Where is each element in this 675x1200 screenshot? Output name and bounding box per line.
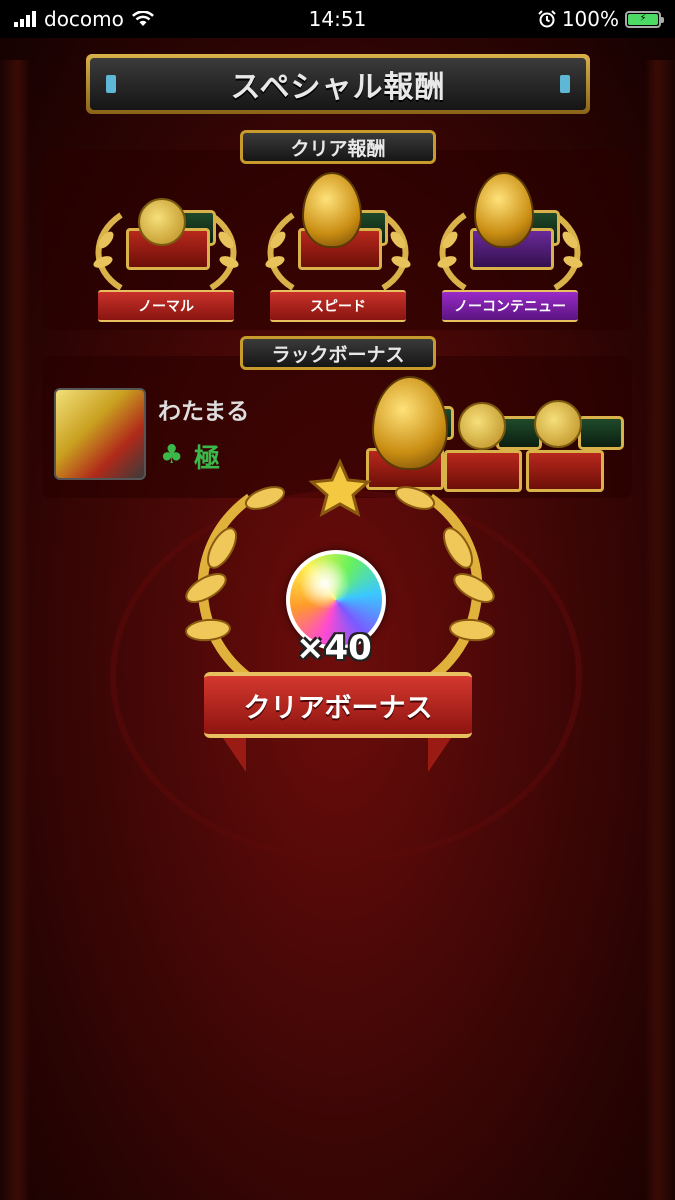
status-bar: docomo 14:51 100% ⚡ [0, 0, 675, 38]
treasure-chest-icon [526, 450, 604, 492]
alarm-icon [538, 10, 556, 28]
character-portrait [54, 388, 146, 480]
banner-stud-right [560, 75, 570, 93]
gold-coin-icon [458, 402, 506, 450]
frame-right [645, 60, 675, 1200]
chest-lid-icon [578, 416, 624, 450]
luck-bonus-label: ラックボーナス [240, 336, 436, 370]
clear-bonus-ribbon: クリアボーナス [204, 672, 472, 738]
clear-rewards-label: クリア報酬 [240, 130, 436, 164]
battery-percent: 100% [561, 7, 619, 31]
golden-egg-icon [302, 172, 362, 248]
title-banner: スペシャル報酬 [86, 54, 590, 114]
character-name: わたまる [158, 399, 250, 425]
reward-label-no-continue: ノーコンテニュー [442, 290, 578, 322]
page-title: スペシャル報酬 [230, 70, 446, 105]
gold-coin-icon [534, 400, 582, 448]
reward-no-continue: ノーコンテニュー [430, 172, 590, 322]
frame-left [0, 60, 30, 1200]
reward-speed: スピード [258, 172, 418, 322]
reward-normal: ノーマル [86, 190, 246, 330]
golden-egg-icon [474, 172, 534, 248]
gold-coin-icon [138, 198, 186, 246]
reward-label-speed: スピード [270, 290, 406, 322]
reward-label-normal: ノーマル [98, 290, 234, 322]
star-icon [308, 458, 372, 518]
orb-count: ×40 [296, 628, 372, 668]
banner-stud-left [106, 75, 116, 93]
battery-icon: ⚡ [625, 10, 664, 28]
